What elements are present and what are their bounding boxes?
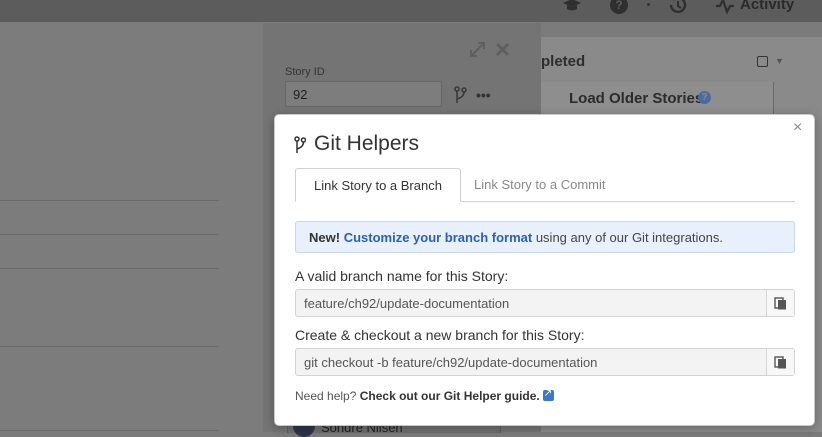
- git-branch-icon[interactable]: [453, 86, 467, 104]
- divider: [0, 268, 219, 269]
- help-icon[interactable]: ?: [608, 0, 630, 16]
- new-feature-notice: New! Customize your branch format using …: [295, 221, 795, 253]
- completed-column-title: pleted: [541, 53, 586, 70]
- story-dialog-main: [0, 23, 263, 432]
- branch-name-value[interactable]: feature/ch92/update-documentation: [304, 296, 509, 311]
- history-icon[interactable]: [667, 0, 689, 16]
- notice-text: using any of our Git integrations.: [532, 230, 723, 245]
- story-id-label: Story ID: [285, 66, 325, 78]
- app-header: ? Activity: [0, 0, 822, 22]
- help-prefix: Need help?: [295, 389, 360, 403]
- load-older-stories-label: Load Older Stories: [569, 90, 704, 107]
- divider: [0, 200, 219, 201]
- copy-branch-name-button[interactable]: [766, 290, 794, 316]
- clipboard-icon[interactable]: [774, 296, 787, 310]
- branch-name-field[interactable]: feature/ch92/update-documentation: [295, 289, 795, 317]
- checkout-command-value[interactable]: git checkout -b feature/ch92/update-docu…: [304, 355, 597, 370]
- divider: [0, 234, 219, 235]
- divider: [0, 430, 219, 431]
- help-icon[interactable]: ?: [698, 91, 711, 104]
- activity-link[interactable]: Activity: [740, 0, 794, 13]
- git-branch-icon: [294, 136, 306, 153]
- checkout-label: Create & checkout a new branch for this …: [295, 327, 585, 343]
- close-icon[interactable]: [495, 42, 510, 57]
- separator-dot: [647, 3, 650, 6]
- graduation-cap-icon[interactable]: [561, 0, 583, 16]
- checkout-command-field[interactable]: git checkout -b feature/ch92/update-docu…: [295, 348, 795, 376]
- divider: [0, 346, 219, 347]
- story-id-field[interactable]: 92: [285, 81, 442, 107]
- help-text: Need help? Check out our Git Helper guid…: [295, 388, 554, 403]
- expand-icon[interactable]: [469, 41, 486, 58]
- customize-branch-format-link[interactable]: Customize your branch format: [344, 230, 533, 245]
- external-link-icon[interactable]: [542, 388, 554, 401]
- notice-new-label: New!: [309, 230, 341, 245]
- branch-name-label: A valid branch name for this Story:: [295, 268, 509, 284]
- git-helper-guide-link[interactable]: Check out our Git Helper guide.: [360, 389, 540, 403]
- popover-title: Git Helpers: [314, 132, 420, 155]
- tab-link-commit[interactable]: Link Story to a Commit: [474, 177, 606, 192]
- clipboard-icon[interactable]: [774, 355, 787, 369]
- svg-text:?: ?: [615, 0, 622, 12]
- select-all-checkbox[interactable]: [757, 56, 768, 67]
- chevron-down-icon[interactable]: ▼: [775, 56, 784, 66]
- activity-icon: [716, 0, 734, 15]
- tab-link-branch[interactable]: Link Story to a Branch: [295, 168, 461, 202]
- copy-checkout-command-button[interactable]: [766, 349, 794, 375]
- more-actions-icon[interactable]: •••: [476, 87, 491, 103]
- close-icon[interactable]: ×: [793, 120, 802, 136]
